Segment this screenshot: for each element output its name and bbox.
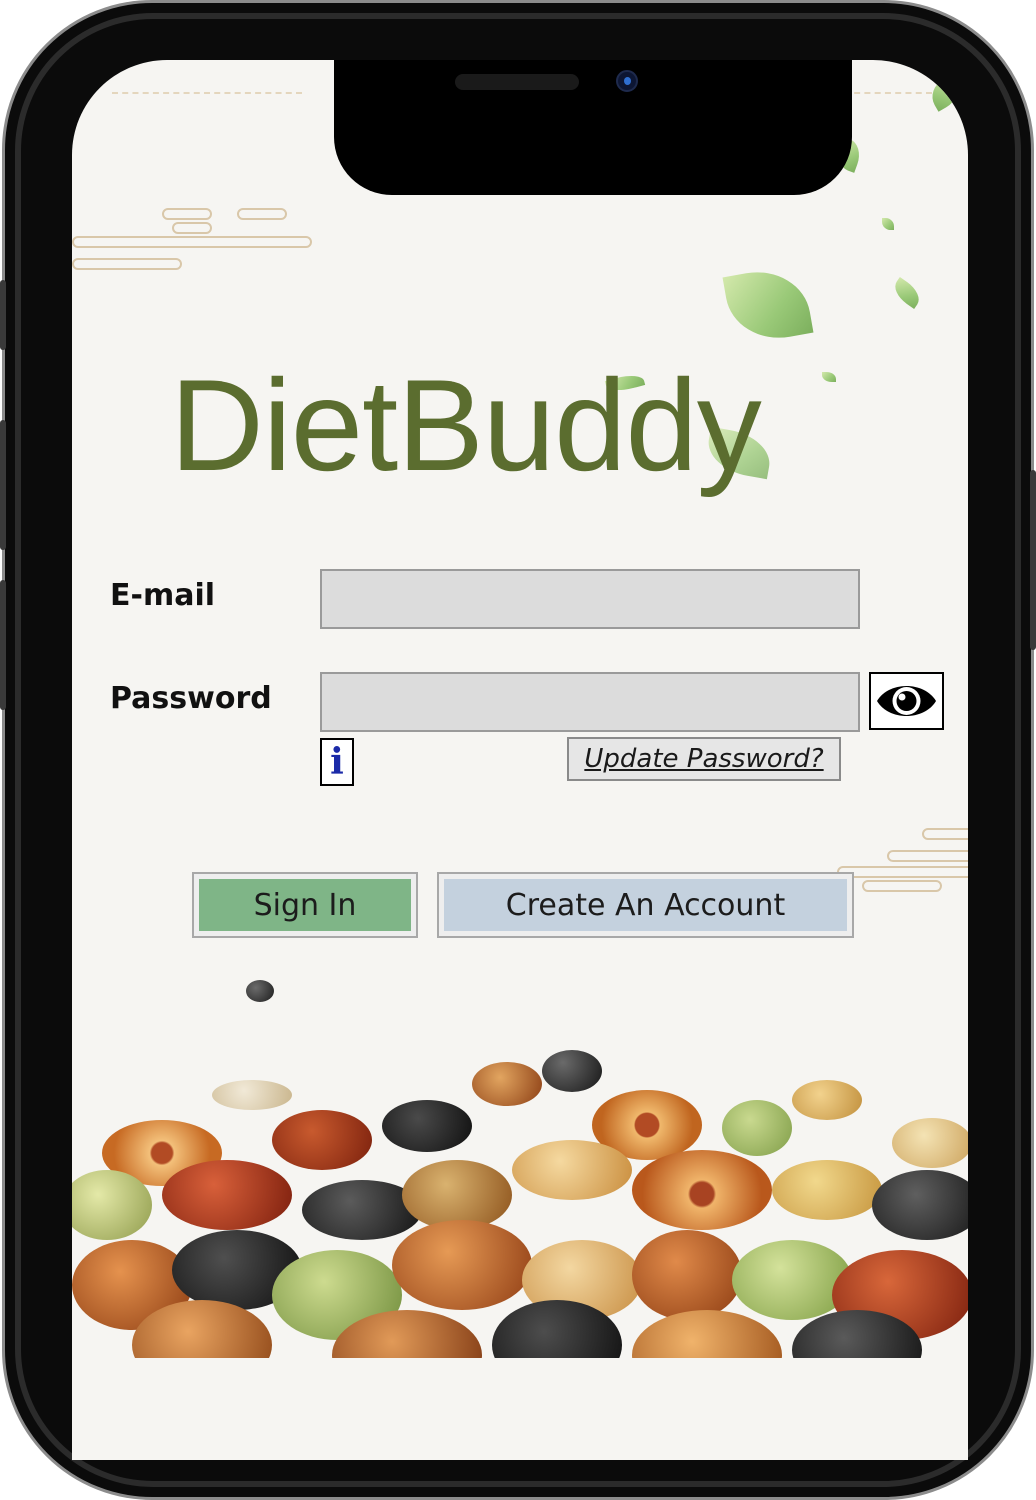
nut-illustration — [272, 1110, 372, 1170]
nut-illustration — [472, 1062, 542, 1106]
password-field[interactable] — [320, 672, 860, 732]
eye-icon — [877, 686, 936, 716]
nut-illustration — [632, 1310, 782, 1358]
phone-side-button — [1030, 470, 1036, 650]
nut-illustration — [632, 1150, 772, 1230]
decorative-cloud-line — [922, 828, 968, 840]
nut-illustration — [632, 1230, 742, 1320]
create-account-label: Create An Account — [505, 887, 786, 923]
phone-notch — [334, 60, 852, 195]
bean-illustration — [246, 980, 274, 1002]
leaf-illustration — [882, 218, 894, 230]
nut-illustration — [722, 1100, 792, 1156]
decorative-cloud-line — [862, 880, 942, 892]
show-password-button[interactable] — [869, 672, 944, 730]
decorative-cloud-line — [237, 208, 287, 220]
mixed-nuts-illustration — [72, 1040, 968, 1358]
decorative-cloud-line — [887, 850, 968, 862]
nut-illustration — [792, 1080, 862, 1120]
nut-illustration — [542, 1050, 602, 1092]
nut-illustration — [872, 1170, 968, 1240]
leaf-illustration — [889, 277, 925, 309]
update-password-link[interactable]: Update Password? — [567, 737, 841, 781]
sign-in-label: Sign In — [253, 887, 357, 923]
nut-illustration — [772, 1160, 882, 1220]
decorative-cloud-line — [72, 236, 312, 248]
nut-illustration — [212, 1080, 292, 1110]
password-label: Password — [110, 681, 272, 716]
sign-in-button[interactable]: Sign In — [192, 872, 418, 938]
decorative-cloud-line — [837, 866, 968, 878]
leaf-illustration — [722, 263, 814, 347]
phone-side-button — [0, 280, 6, 350]
decorative-dashed-line — [112, 92, 302, 94]
nut-illustration — [512, 1140, 632, 1200]
nut-illustration — [162, 1160, 292, 1230]
decorative-cloud-line — [72, 258, 182, 270]
nut-illustration — [72, 1170, 152, 1240]
speaker-grille — [455, 74, 579, 90]
front-camera — [616, 70, 638, 92]
phone-side-button — [0, 420, 6, 550]
password-info-button[interactable]: i — [320, 738, 354, 786]
nut-illustration — [892, 1118, 968, 1168]
create-account-button[interactable]: Create An Account — [437, 872, 854, 938]
leaf-illustration — [822, 372, 836, 382]
info-icon: i — [330, 741, 344, 783]
decorative-cloud-line — [162, 208, 212, 220]
nut-illustration — [382, 1100, 472, 1152]
email-field[interactable] — [320, 569, 860, 629]
nut-illustration — [392, 1220, 532, 1310]
app-title: DietBuddy — [170, 352, 762, 498]
decorative-cloud-line — [172, 222, 212, 234]
email-label: E-mail — [110, 578, 216, 613]
phone-side-button — [0, 580, 6, 710]
